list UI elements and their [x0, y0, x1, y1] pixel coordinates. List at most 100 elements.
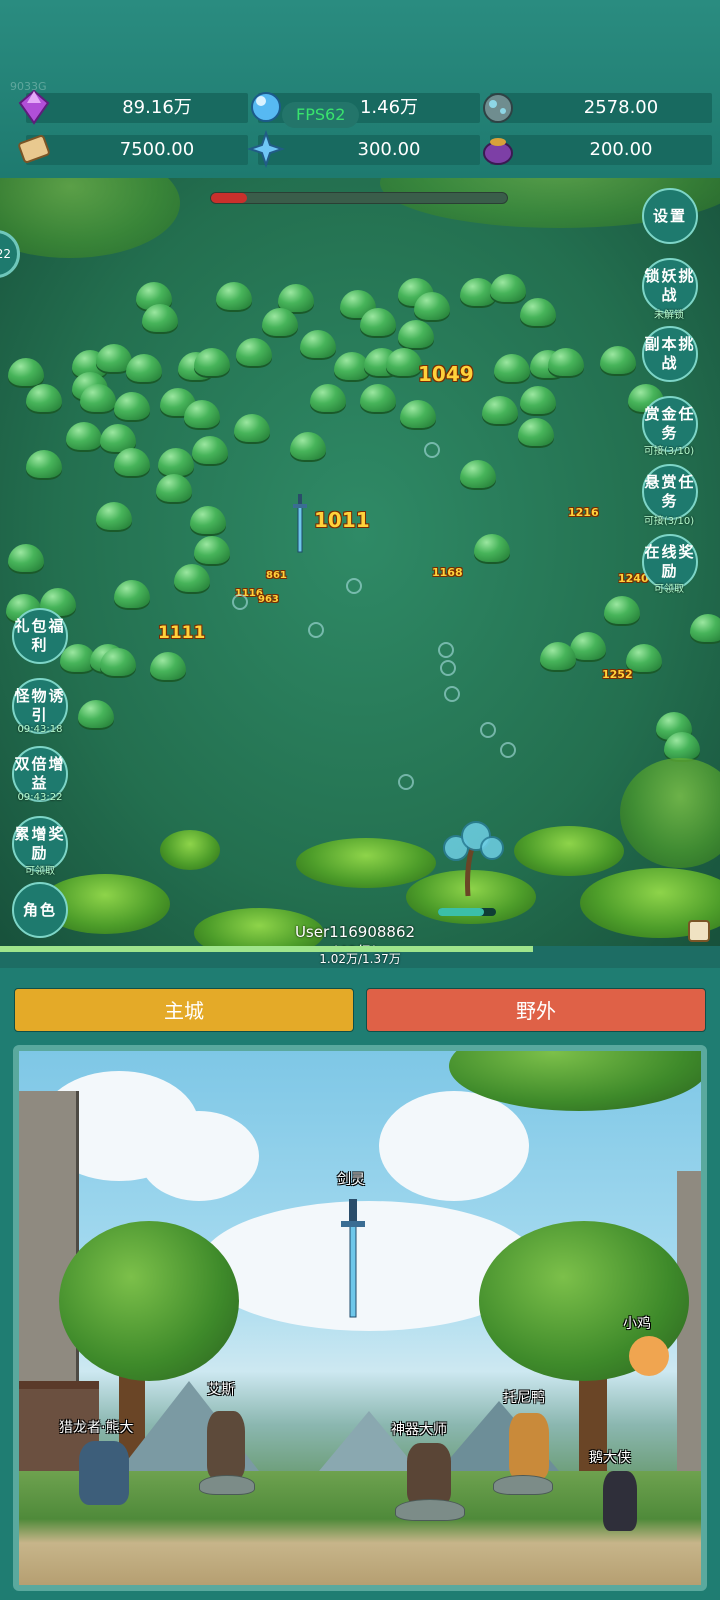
rock	[395, 1499, 465, 1521]
tony-duck-npc[interactable]	[509, 1413, 549, 1479]
rock	[199, 1475, 255, 1495]
bush	[296, 838, 436, 888]
magic-pot-icon	[478, 129, 518, 169]
slime-enemy	[158, 448, 194, 476]
slime-enemy	[114, 392, 150, 420]
slime-enemy	[8, 358, 44, 386]
slime-enemy	[482, 396, 518, 424]
slime-enemy	[114, 448, 150, 476]
bubble-trail	[232, 442, 516, 790]
slime-enemy	[100, 648, 136, 676]
settings-button[interactable]: 设置	[642, 188, 698, 244]
resource-ice[interactable]: 300.00	[246, 129, 480, 169]
damage-number: 1111	[158, 623, 206, 643]
bush	[160, 830, 220, 870]
ais-npc[interactable]	[207, 1411, 245, 1479]
pet-hp-bar	[438, 908, 496, 916]
fps-counter: FPS62	[282, 102, 360, 128]
slime-enemy	[194, 536, 230, 564]
cloud	[379, 1091, 529, 1201]
slime-enemy	[78, 700, 114, 728]
scroll-value: 7500.00	[119, 139, 195, 160]
slime-enemy	[600, 346, 636, 374]
slime-enemy	[80, 384, 116, 412]
slime-enemy	[520, 298, 556, 326]
tab-wild[interactable]: 野外	[366, 988, 706, 1032]
damage-number: 1049	[418, 362, 474, 386]
slime-enemy	[520, 386, 556, 414]
cloud	[139, 1111, 259, 1201]
slime-enemy	[26, 450, 62, 478]
character-button[interactable]: 角色	[12, 882, 68, 938]
slime-enemy	[236, 338, 272, 366]
resource-bar: 9033G 89.16万 1.46万 2578.00 7500.00 300.0…	[0, 0, 720, 178]
slime-enemy	[26, 384, 62, 412]
slime-enemy	[310, 384, 346, 412]
slime-enemy	[300, 330, 336, 358]
slime-enemy	[96, 502, 132, 530]
purple-gem-icon	[14, 87, 54, 127]
goose-hero-npc[interactable]	[603, 1471, 637, 1531]
npc-name: 剑灵	[337, 1172, 365, 1188]
slime-enemy	[398, 320, 434, 348]
slime-enemy	[494, 354, 530, 382]
xp-bar: 1.02万/1.37万	[0, 946, 720, 968]
resource-pot[interactable]: 200.00	[483, 135, 712, 165]
double-boost-timer: 09:43:22	[17, 792, 63, 803]
slime-enemy	[114, 580, 150, 608]
slime-enemy	[66, 422, 102, 450]
slime-enemy	[262, 308, 298, 336]
ice-shard-icon	[246, 129, 286, 169]
bounty-task-status: 可接(3/10)	[643, 446, 695, 457]
slime-enemy	[386, 348, 422, 376]
bush	[514, 826, 624, 876]
npc-name: 鹅大侠	[589, 1450, 631, 1466]
slime-enemy	[126, 354, 162, 382]
slime-enemy	[150, 652, 186, 680]
slime-enemy	[414, 292, 450, 320]
damage-number: 1252	[602, 668, 633, 681]
slime-enemy	[400, 400, 436, 428]
slime-enemy	[234, 414, 270, 442]
lock-demon-status: 未解锁	[654, 310, 684, 321]
resource-scroll[interactable]: 7500.00	[18, 135, 248, 165]
monster-lure-timer: 09:43:18	[17, 724, 63, 735]
reward-task-status: 可接(3/10)	[643, 516, 695, 527]
rock	[493, 1475, 553, 1495]
slime-enemy	[8, 544, 44, 572]
pot-value: 200.00	[589, 139, 653, 160]
dungeon-challenge-button[interactable]: 副本挑战	[642, 326, 698, 382]
slime-enemy	[194, 348, 230, 376]
blue-crystal-icon	[246, 87, 286, 127]
chicken-npc[interactable]	[629, 1336, 669, 1376]
battle-field[interactable]: 22 1049 1011 1111 1216 1168 1240 1252 86…	[0, 178, 720, 968]
slime-enemy	[604, 596, 640, 624]
player-username: User116908862	[294, 923, 416, 941]
slime-enemy	[142, 304, 178, 332]
town-scene: 剑灵 小鸡 艾斯 托尼鸭 猎龙者·熊大 神器大师 鹅大侠	[13, 1045, 707, 1591]
bush	[620, 758, 720, 868]
gem-value: 89.16万	[122, 97, 192, 118]
boss-hp-bar	[210, 192, 508, 204]
npc-name: 托尼鸭	[503, 1390, 545, 1406]
dragon-hunter-npc[interactable]	[79, 1441, 129, 1505]
slime-enemy	[174, 564, 210, 592]
artifact-master-npc[interactable]	[407, 1443, 451, 1505]
slime-enemy	[192, 436, 228, 464]
npc-name: 艾斯	[207, 1382, 235, 1398]
slime-enemy	[360, 384, 396, 412]
scroll-icon	[14, 129, 54, 169]
chest-icon[interactable]	[688, 920, 710, 942]
npc-name: 小鸡	[623, 1316, 651, 1332]
tab-main-city[interactable]: 主城	[14, 988, 354, 1032]
ore-icon	[478, 87, 518, 127]
slime-enemy	[184, 400, 220, 428]
gift-pack-button[interactable]: 礼包福利	[12, 608, 68, 664]
resource-gem[interactable]: 89.16万	[18, 89, 248, 125]
cumulative-reward-status: 可领取	[25, 866, 55, 877]
sword-spirit-icon[interactable]	[341, 1199, 365, 1319]
slime-enemy	[548, 348, 584, 376]
slime-enemy	[216, 282, 252, 310]
xp-text: 1.02万/1.37万	[319, 952, 401, 966]
resource-ore[interactable]: 2578.00	[483, 93, 712, 123]
